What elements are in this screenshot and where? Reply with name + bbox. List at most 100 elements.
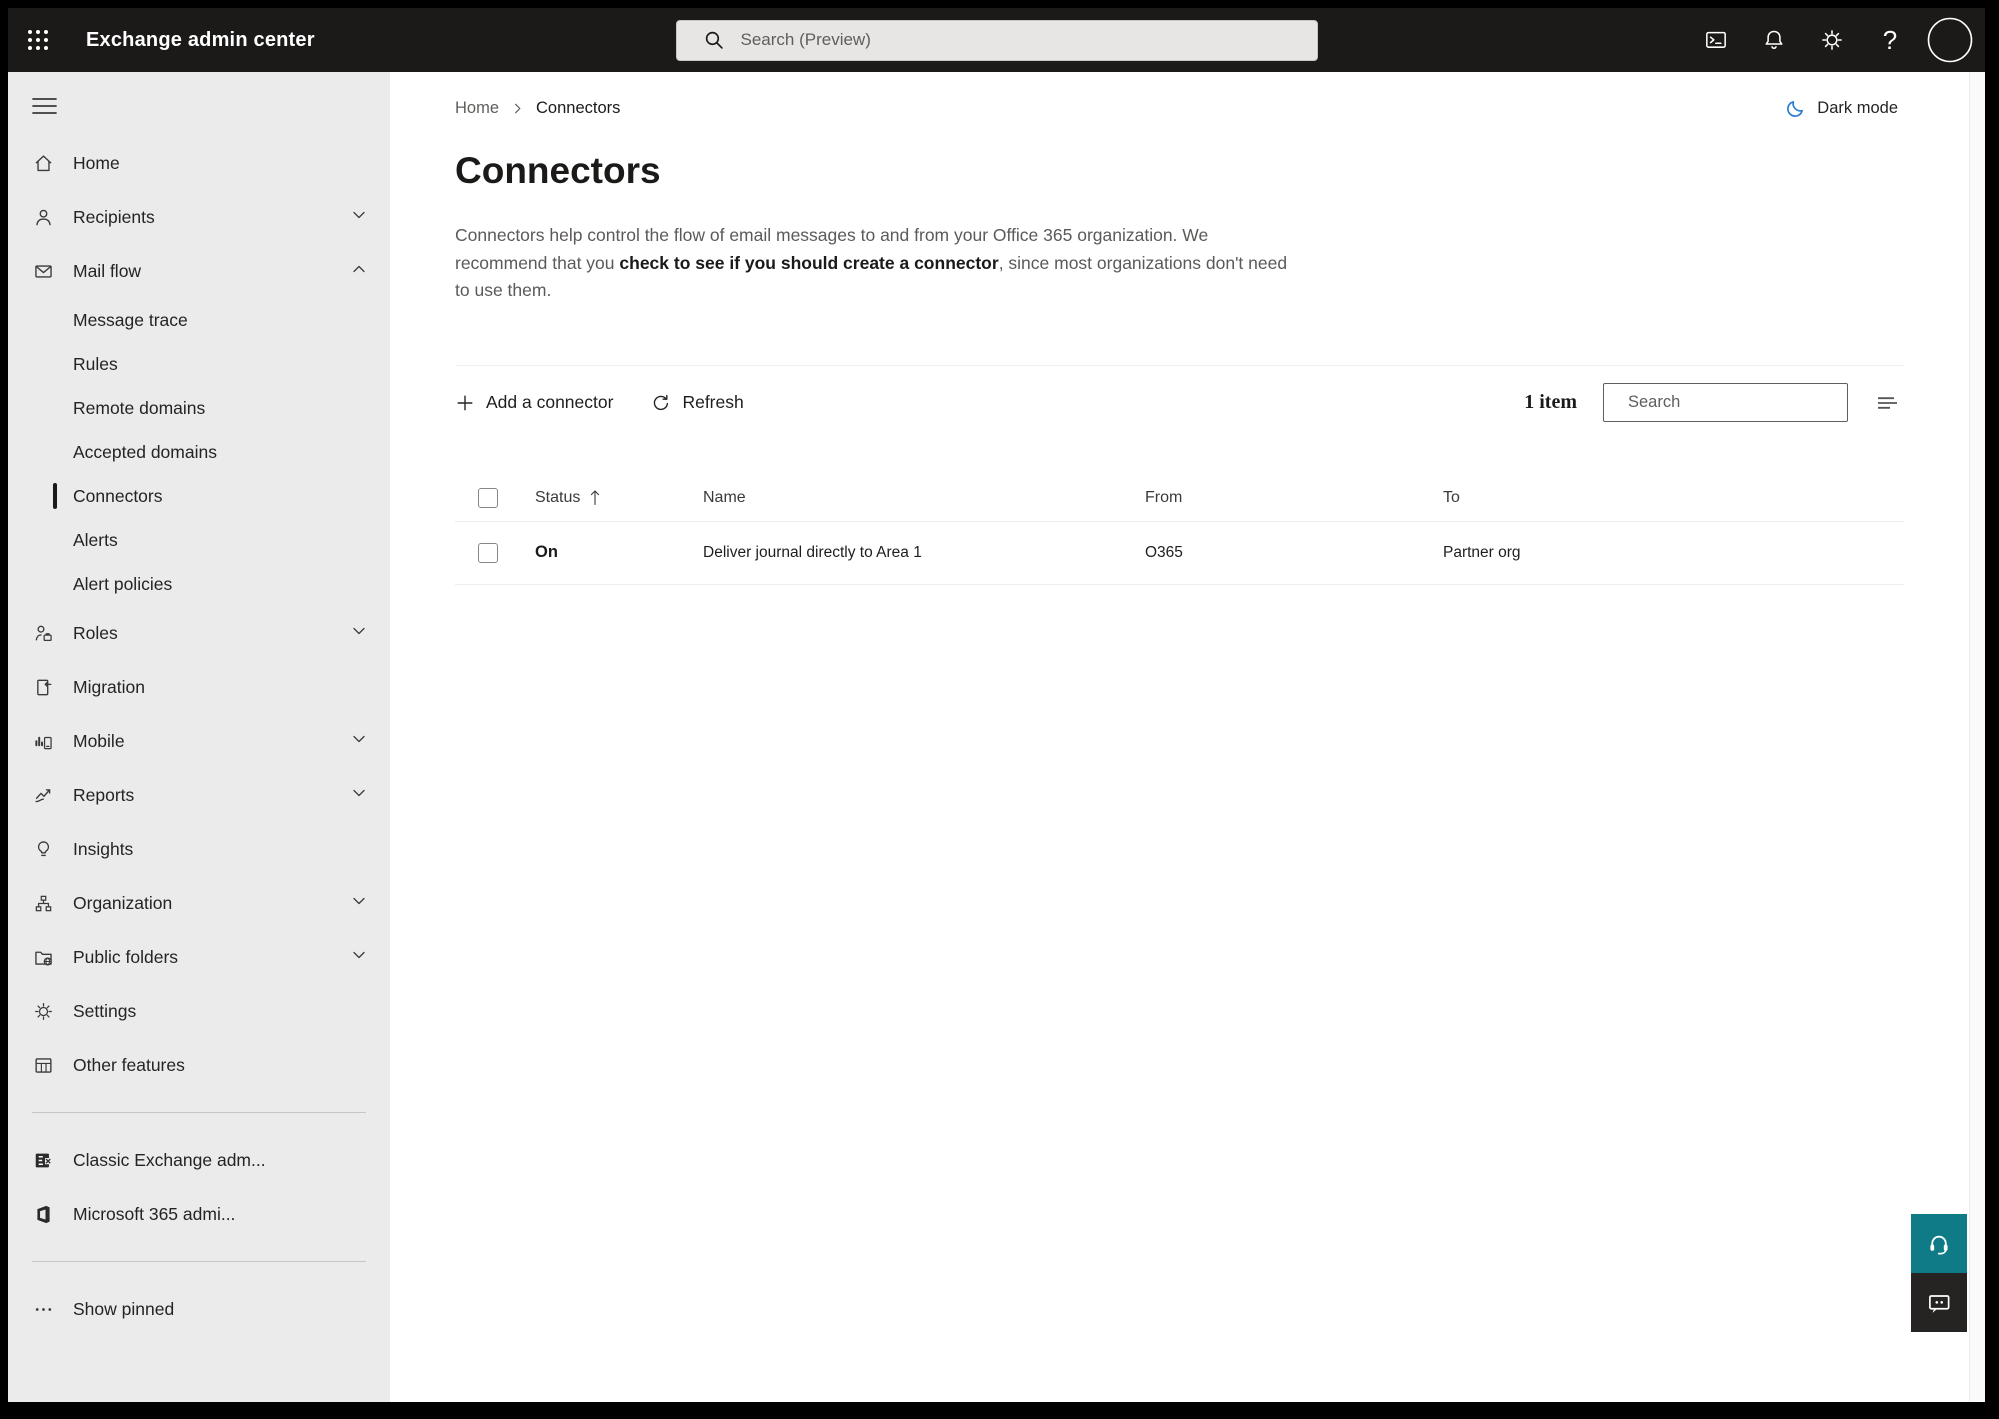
sidebar-item-accepted-domains[interactable]: Accepted domains — [8, 430, 390, 474]
select-all-checkbox[interactable] — [478, 487, 498, 508]
sidebar-item-alert-policies[interactable]: Alert policies — [8, 562, 390, 606]
mail-icon — [32, 260, 54, 282]
notifications-button[interactable] — [1745, 8, 1803, 72]
moon-icon — [1787, 101, 1804, 117]
list-search[interactable] — [1603, 383, 1850, 422]
support-button[interactable] — [1911, 1214, 1967, 1273]
column-header-name[interactable]: Name — [703, 489, 1145, 507]
chevron-right-icon — [511, 102, 524, 115]
account-avatar[interactable] — [1919, 8, 1985, 72]
list-toolbar: Add a connector Refresh 1 item — [455, 364, 1904, 425]
chevron-down-icon — [351, 207, 367, 228]
chevron-down-icon — [351, 947, 367, 968]
chat-icon — [1929, 1294, 1950, 1313]
sidebar-item-rules[interactable]: Rules — [8, 342, 390, 386]
sidebar-collapse-button[interactable] — [20, 80, 76, 132]
column-header-status[interactable]: Status — [535, 489, 703, 507]
breadcrumb-home[interactable]: Home — [455, 99, 499, 118]
settings-top-button[interactable] — [1803, 8, 1861, 72]
sidebar-nav-list: Home Recipients Mail flow Message trace … — [8, 136, 390, 1336]
chevron-down-icon — [351, 731, 367, 752]
avatar-icon — [1927, 17, 1973, 63]
app-launcher-button[interactable] — [8, 8, 68, 72]
sidebar-item-mail-flow[interactable]: Mail flow — [8, 244, 390, 298]
topbar-search[interactable] — [675, 19, 1318, 61]
waffle-icon — [28, 30, 48, 50]
feedback-button[interactable] — [1911, 1273, 1967, 1332]
sidebar-item-roles[interactable]: Roles — [8, 606, 390, 660]
row-to: Partner org — [1443, 543, 1521, 561]
add-connector-button[interactable]: Add a connector — [455, 392, 613, 413]
column-header-to[interactable]: To — [1443, 489, 1904, 507]
sidebar-divider — [32, 1112, 366, 1113]
refresh-icon — [654, 394, 669, 410]
person-icon — [32, 206, 54, 228]
sidebar-item-other-features[interactable]: Other features — [8, 1038, 390, 1092]
sidebar-item-remote-domains[interactable]: Remote domains — [8, 386, 390, 430]
main-content: Home Connectors Dark mode Connectors Con… — [390, 72, 1969, 1402]
chevron-down-icon — [351, 623, 367, 644]
app-title: Exchange admin center — [86, 28, 315, 51]
sidebar-divider — [32, 1261, 366, 1262]
sidebar-item-alerts[interactable]: Alerts — [8, 518, 390, 562]
table-header-row: Status Name From To — [455, 475, 1904, 522]
plus-icon — [457, 395, 473, 410]
bell-icon — [1765, 30, 1783, 49]
roles-icon — [32, 622, 54, 644]
item-count: 1 item — [1524, 391, 1577, 413]
sidebar-item-microsoft-365-admin[interactable]: Microsoft 365 admi... — [8, 1187, 390, 1241]
classic-exchange-icon — [32, 1149, 54, 1171]
sidebar-item-migration[interactable]: Migration — [8, 660, 390, 714]
page-title: Connectors — [455, 150, 661, 191]
column-header-from[interactable]: From — [1145, 489, 1443, 507]
row-name[interactable]: Deliver journal directly to Area 1 — [703, 544, 1145, 562]
chevron-down-icon — [351, 893, 367, 914]
sidebar-item-insights[interactable]: Insights — [8, 822, 390, 876]
window-frame: Exchange admin center Search (Preview) ?… — [8, 8, 1985, 1402]
terminal-icon — [1706, 31, 1726, 48]
dark-mode-label: Dark mode — [1817, 98, 1898, 117]
sidebar-item-classic-exchange[interactable]: Classic Exchange adm... — [8, 1133, 390, 1187]
sidebar-item-recipients[interactable]: Recipients — [8, 190, 390, 244]
org-chart-icon — [32, 892, 54, 914]
sidebar-item-mobile[interactable]: Mobile — [8, 714, 390, 768]
refresh-button[interactable]: Refresh — [651, 392, 744, 413]
topbar-search-input[interactable] — [738, 29, 1305, 51]
row-from: O365 — [1145, 543, 1183, 561]
sidebar-item-reports[interactable]: Reports — [8, 768, 390, 822]
breadcrumb: Home Connectors — [455, 99, 620, 118]
page-description: Connectors help control the flow of emai… — [455, 225, 1288, 300]
table-row[interactable]: On Deliver journal directly to Area 1 O3… — [455, 522, 1904, 585]
sidebar-item-show-pinned[interactable]: Show pinned — [8, 1282, 390, 1336]
row-status: On — [535, 543, 558, 561]
sort-ascending-icon — [589, 489, 601, 506]
description-link[interactable]: check to see if you should create a conn… — [619, 253, 998, 273]
help-button[interactable]: ? — [1861, 8, 1919, 72]
sidebar: Home Recipients Mail flow Message trace … — [8, 72, 390, 1402]
filter-button[interactable] — [1870, 388, 1904, 418]
scrollbar-track[interactable] — [1969, 72, 1985, 1402]
public-folder-icon — [32, 946, 54, 968]
help-icon: ? — [1882, 25, 1898, 55]
lightbulb-icon — [32, 838, 54, 860]
cloud-shell-button[interactable] — [1687, 8, 1745, 72]
selected-indicator — [53, 483, 57, 509]
app-body: Home Recipients Mail flow Message trace … — [8, 72, 1985, 1402]
reports-icon — [32, 784, 54, 806]
row-checkbox[interactable] — [478, 542, 498, 563]
topbar: Exchange admin center Search (Preview) ? — [8, 8, 1985, 72]
list-search-input[interactable] — [1626, 392, 1850, 413]
dark-mode-toggle[interactable]: Dark mode — [1779, 96, 1904, 120]
sidebar-item-organization[interactable]: Organization — [8, 876, 390, 930]
sidebar-item-public-folders[interactable]: Public folders — [8, 930, 390, 984]
sidebar-item-settings[interactable]: Settings — [8, 984, 390, 1038]
floating-buttons — [1911, 1214, 1967, 1332]
breadcrumb-current: Connectors — [536, 98, 621, 117]
sidebar-item-message-trace[interactable]: Message trace — [8, 298, 390, 342]
headset-icon — [1930, 1235, 1948, 1254]
filter-lines-icon — [1878, 396, 1897, 409]
connectors-table: Status Name From To On Deliver journal d… — [455, 475, 1904, 585]
sidebar-item-connectors[interactable]: Connectors — [8, 474, 390, 518]
hamburger-icon — [32, 98, 57, 114]
sidebar-item-home[interactable]: Home — [8, 136, 390, 190]
